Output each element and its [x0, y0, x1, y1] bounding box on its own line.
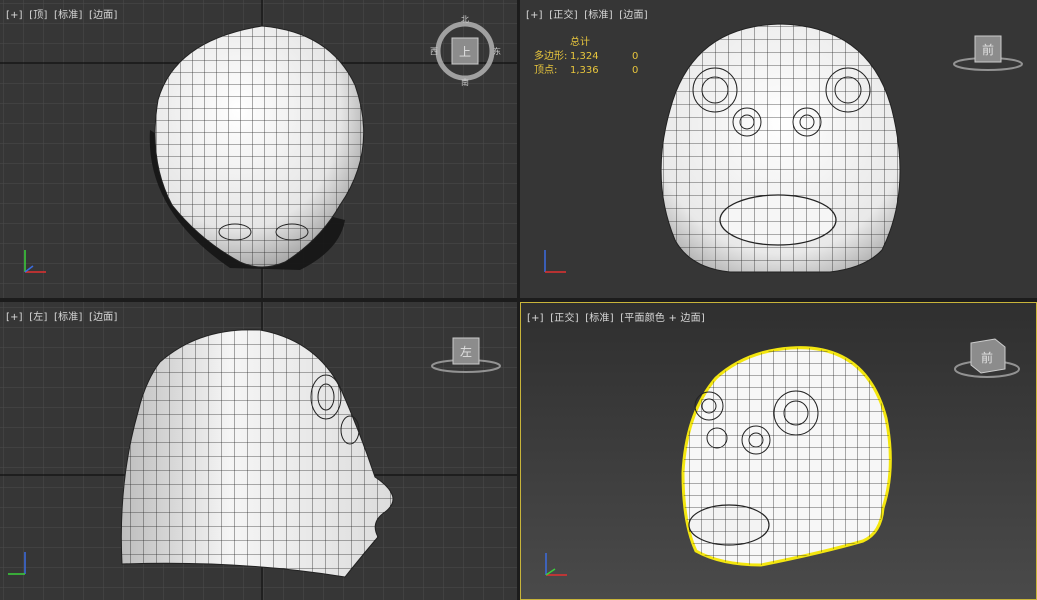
- viewport-label-left[interactable]: [+] [左] [标准] [边面]: [6, 308, 121, 323]
- svg-text:北: 北: [461, 15, 469, 24]
- svg-text:东: 东: [493, 46, 501, 56]
- cube-face-label: 前: [981, 350, 993, 365]
- viewport-label-top[interactable]: [+] [顶] [标准] [边面]: [6, 6, 121, 21]
- viewport-perspective[interactable]: 前 [+] [正交] [标准] [平面颜色 + 边面]: [520, 302, 1037, 600]
- viewport-left[interactable]: 左 [+] [左] [标准] [边面]: [0, 302, 517, 600]
- viewport-label-front[interactable]: [+] [正交] [标准] [边面]: [526, 6, 651, 21]
- svg-text:南: 南: [461, 77, 469, 87]
- top-grid: 上 北 西 东 南: [0, 0, 517, 298]
- view-cube-icon[interactable]: 前: [953, 35, 1023, 71]
- viewport-top[interactable]: 上 北 西 东 南 [+] [顶] [标准] [边面]: [0, 0, 517, 298]
- viewport-front[interactable]: 前 [+] [正交] [标准] [边面] 总计 多边形: 1,324 0 顶点: 1,…: [520, 0, 1037, 298]
- scene-stats: 总计 多边形: 1,324 0 顶点: 1,336 0: [534, 37, 639, 76]
- cube-face-label: 左: [460, 344, 472, 359]
- svg-text:西: 西: [430, 47, 438, 56]
- cube-face-label: 前: [982, 42, 994, 57]
- viewport-label-persp[interactable]: [+] [正交] [标准] [平面颜色 + 边面]: [527, 309, 708, 324]
- left-scene: 左: [0, 302, 517, 600]
- stats-header: 总计: [570, 37, 590, 48]
- persp-scene: 前: [521, 303, 1036, 599]
- axis-tripod-icon: [544, 250, 566, 273]
- cube-face-label: 上: [459, 45, 471, 59]
